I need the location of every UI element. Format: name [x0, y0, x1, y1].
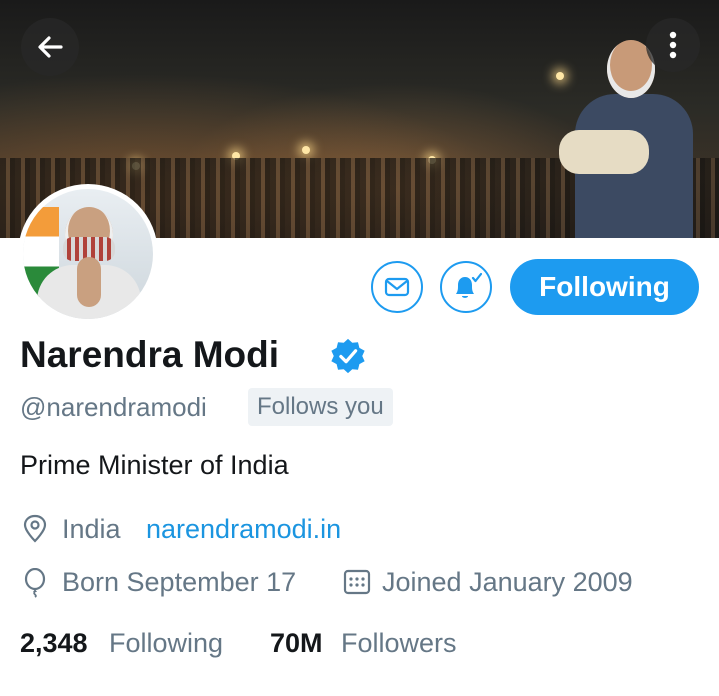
message-button[interactable]	[371, 261, 423, 313]
avatar-photo	[23, 189, 153, 319]
location-pin-icon	[23, 514, 47, 543]
balloon-icon	[24, 568, 46, 598]
following-label[interactable]: Following	[109, 628, 223, 659]
followers-label[interactable]: Followers	[341, 628, 457, 659]
follows-you-badge: Follows you	[248, 388, 393, 426]
verified-badge-icon	[331, 338, 365, 374]
lamp-light	[302, 146, 310, 154]
profile-name: Narendra Modi	[20, 334, 280, 375]
back-button[interactable]	[21, 18, 79, 76]
envelope-icon	[384, 277, 410, 297]
followers-count[interactable]: 70M	[270, 628, 323, 659]
profile-website-link[interactable]: narendramodi.in	[146, 514, 341, 545]
profile-location: India	[62, 514, 121, 544]
more-options-button[interactable]	[646, 18, 700, 72]
following-button[interactable]: Following	[510, 259, 699, 315]
profile-birthday: Born September 17	[62, 567, 297, 597]
notifications-button[interactable]	[440, 261, 492, 313]
more-vertical-icon	[669, 31, 677, 59]
following-count[interactable]: 2,348	[20, 628, 88, 659]
bell-check-icon	[456, 272, 482, 298]
lamp-light	[556, 72, 564, 80]
calendar-icon	[343, 569, 371, 595]
profile-bio: Prime Minister of India	[20, 450, 289, 480]
arrow-left-icon	[38, 36, 63, 58]
profile-avatar[interactable]	[18, 184, 158, 324]
profile-handle: @narendramodi	[20, 392, 207, 422]
profile-joined-date: Joined January 2009	[382, 567, 633, 597]
